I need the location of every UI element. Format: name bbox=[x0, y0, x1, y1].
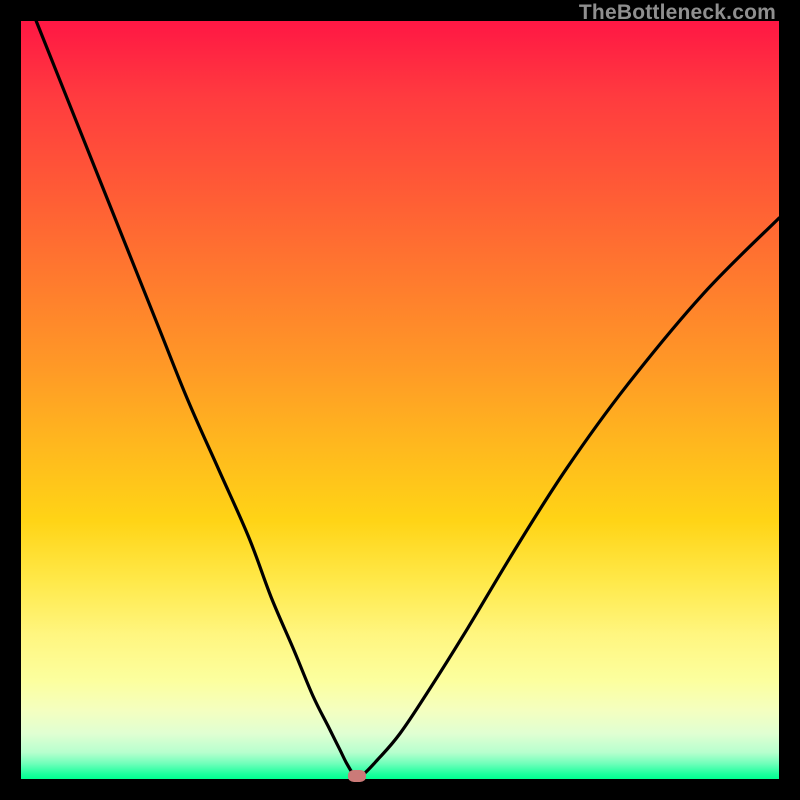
optimal-point-marker bbox=[348, 770, 366, 782]
bottleneck-curve bbox=[21, 21, 779, 779]
watermark-text: TheBottleneck.com bbox=[579, 0, 776, 25]
chart-frame: TheBottleneck.com bbox=[0, 0, 800, 800]
